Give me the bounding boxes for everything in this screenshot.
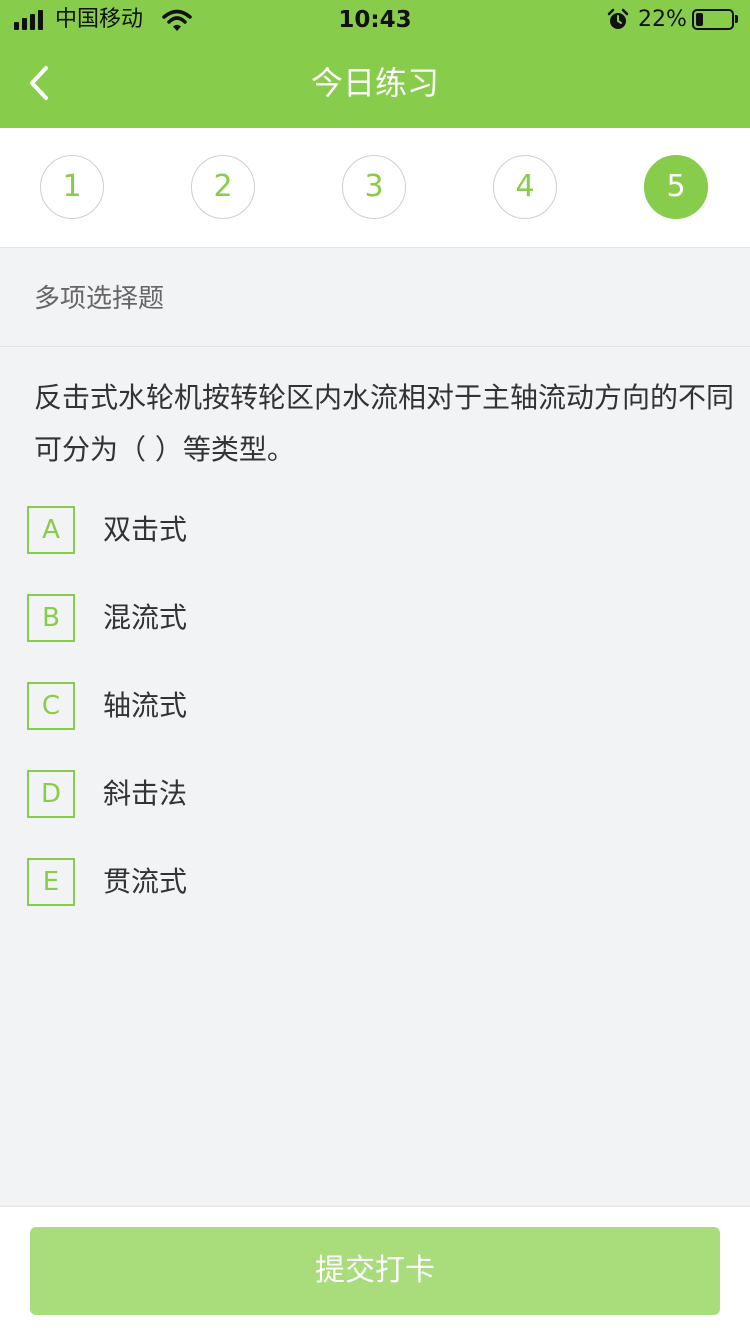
battery-tip xyxy=(735,15,738,23)
submit-checkin-button[interactable]: 提交打卡 xyxy=(30,1227,720,1315)
status-bar: 中国移动 10:43 22% xyxy=(0,0,750,40)
step-1[interactable]: 1 xyxy=(40,155,104,219)
page-title: 今日练习 xyxy=(310,64,439,102)
step-5[interactable]: 5 xyxy=(644,155,708,219)
option-letter-box: E xyxy=(27,858,75,906)
option-letter-box: C xyxy=(27,682,75,730)
option-letter-box: D xyxy=(27,770,75,818)
option-c[interactable]: C 轴流式 xyxy=(27,682,717,732)
question-text: 反击式水轮机按转轮区内水流相对于主轴流动方向的不同可分为（ ）等类型。 xyxy=(34,381,735,466)
question-type-label: 多项选择题 xyxy=(34,284,165,314)
top-bar: 中国移动 10:43 22% 今日练习 xyxy=(0,0,750,128)
option-label: 混流式 xyxy=(103,601,188,634)
option-a[interactable]: A 双击式 xyxy=(27,506,717,556)
step-4[interactable]: 4 xyxy=(493,155,557,219)
alarm-icon xyxy=(607,8,629,29)
battery-percent: 22% xyxy=(638,7,687,32)
question-type-bar: 多项选择题 xyxy=(0,248,750,347)
option-label: 轴流式 xyxy=(103,689,188,722)
option-letter-box: B xyxy=(27,594,75,642)
battery-level-fill xyxy=(696,13,703,26)
option-e[interactable]: E 贯流式 xyxy=(27,858,717,908)
option-letter-box: A xyxy=(27,506,75,554)
step-2[interactable]: 2 xyxy=(191,155,255,219)
question-stepper: 1 2 3 4 5 xyxy=(0,128,750,248)
battery-icon xyxy=(692,9,734,30)
nav-bar: 今日练习 xyxy=(0,40,750,128)
option-label: 贯流式 xyxy=(103,865,188,898)
option-d[interactable]: D 斜击法 xyxy=(27,770,717,820)
footer-bar: 提交打卡 xyxy=(0,1206,750,1335)
option-b[interactable]: B 混流式 xyxy=(27,594,717,644)
option-label: 双击式 xyxy=(103,513,188,546)
option-label: 斜击法 xyxy=(103,777,188,810)
step-3[interactable]: 3 xyxy=(342,155,406,219)
